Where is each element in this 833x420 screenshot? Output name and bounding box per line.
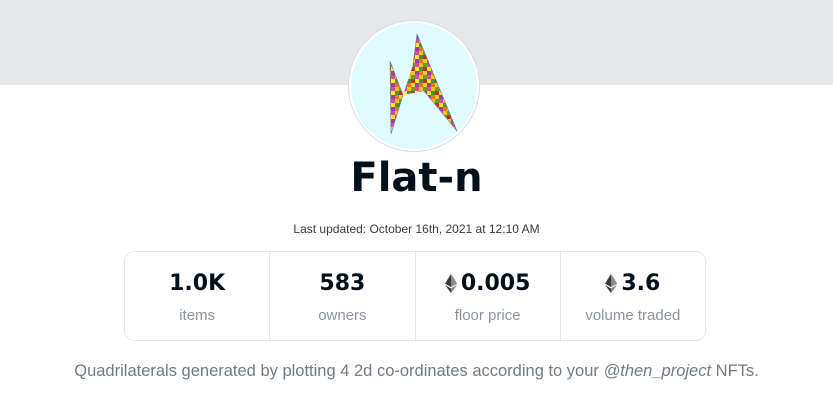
stat-label: items — [179, 306, 216, 324]
stat-value: 1.0K — [169, 269, 225, 299]
stat-owners[interactable]: 583 owners — [270, 252, 416, 340]
ethereum-icon — [444, 274, 457, 293]
stat-volume-traded[interactable]: 3.6 volume traded — [561, 252, 705, 340]
stat-label: volume traded — [585, 306, 681, 324]
stat-value: 583 — [319, 269, 365, 299]
stat-value: 0.005 — [444, 269, 531, 299]
stat-label: owners — [318, 306, 367, 324]
owners-count: 583 — [319, 271, 366, 296]
description-text-end: NFTs. — [711, 362, 759, 380]
flat-n-artwork — [389, 32, 458, 135]
items-count: 1.0K — [169, 271, 226, 296]
project-handle-link[interactable]: @then_project — [603, 362, 711, 380]
description-text: Quadrilaterals generated by plotting 4 2… — [74, 362, 604, 380]
stat-floor-price[interactable]: 0.005 floor price — [416, 252, 561, 340]
collection-description: Quadrilaterals generated by plotting 4 2… — [0, 362, 833, 381]
volume-traded-value: 3.6 — [621, 271, 661, 296]
stat-items[interactable]: 1.0K items — [125, 252, 271, 340]
collection-avatar — [349, 21, 479, 151]
ethereum-icon — [605, 274, 618, 293]
stat-label: floor price — [454, 306, 521, 324]
stat-value: 3.6 — [605, 269, 660, 299]
stats-panel: 1.0K items 583 owners 0.005 floor price — [124, 251, 706, 341]
floor-price-value: 0.005 — [460, 271, 531, 296]
last-updated-text: Last updated: October 16th, 2021 at 12:1… — [293, 222, 540, 236]
collection-title: Flat-n — [350, 155, 483, 201]
